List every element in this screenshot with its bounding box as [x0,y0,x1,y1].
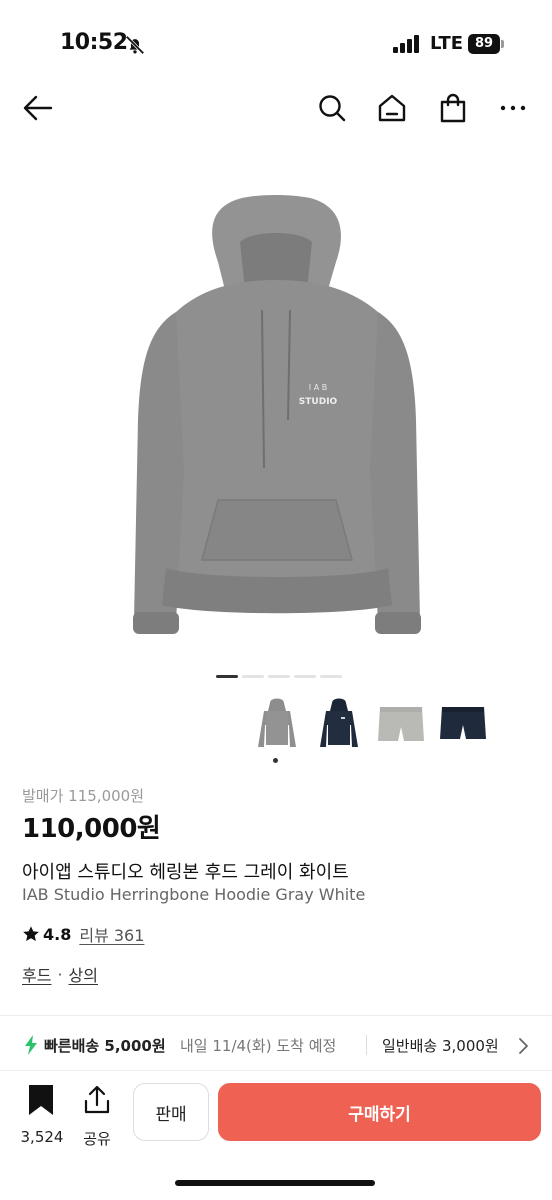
hoodie-illustration: I A B STUDIO [133,195,421,634]
shopping-bag-icon [440,93,466,123]
category-separator: · [57,964,63,984]
signal-icon [393,35,419,53]
share-label: 공유 [83,1130,111,1148]
selected-thumbnail-indicator [273,758,278,763]
status-time: 10:52 [60,30,128,55]
rating-value: 4.8 [43,924,72,944]
pager-dot [216,675,238,678]
shipping-separator [366,1035,367,1055]
top-nav [0,80,552,136]
search-icon [319,95,346,122]
home-button[interactable] [372,88,412,128]
bell-slash-icon [125,35,145,55]
product-title-ko: 아이앱 스튜디오 헤링본 후드 그레이 화이트 [22,862,349,883]
back-button[interactable] [18,88,58,128]
bookmark-button[interactable]: 3,524 [16,1085,68,1146]
rating-row: 4.8 리뷰 361 [22,922,144,946]
product-image[interactable]: I A B STUDIO [0,150,552,670]
original-price: 발매가 115,000원 [22,787,144,805]
fast-shipping-eta: 내일 11/4(화) 도착 예정 [180,1037,337,1055]
network-label: LTE [430,33,464,54]
battery-icon: 89 [468,34,504,54]
print-logo-top: I A B [309,383,327,392]
home-icon [378,94,406,122]
fast-shipping-label: 빠른배송 5,000원 [44,1037,166,1055]
product-title-en: IAB Studio Herringbone Hoodie Gray White [22,885,366,904]
sell-button[interactable]: 판매 [133,1083,209,1141]
home-indicator [175,1180,375,1186]
cart-button[interactable] [433,88,473,128]
share-icon [84,1085,110,1114]
pager-dot [268,675,290,678]
category-breadcrumb: 후드 · 상의 [22,962,98,986]
pager-dot [242,675,264,678]
thumbnail-navy-shorts[interactable] [436,695,490,753]
pager-dot [320,675,342,678]
share-button[interactable]: 공유 [76,1085,118,1148]
pager-dot [294,675,316,678]
battery-level: 89 [468,34,500,54]
image-pager [216,675,342,679]
variant-thumbnails [250,695,510,765]
category-link-top[interactable]: 상의 [69,962,98,986]
thumbnail-gray-hoodie[interactable] [250,695,304,753]
back-arrow-icon [23,95,53,121]
bookmark-icon [29,1085,53,1115]
thumbnail-navy-hoodie[interactable] [312,695,366,753]
divider [0,1015,552,1016]
review-link[interactable]: 리뷰 361 [79,922,144,946]
more-icon [500,105,526,111]
buy-button[interactable]: 구매하기 [218,1083,541,1141]
more-button[interactable] [493,88,533,128]
chevron-right-icon [519,1038,528,1054]
lightning-bolt-icon [25,1035,37,1055]
star-icon [23,926,39,942]
bookmark-count: 3,524 [20,1128,64,1146]
search-button[interactable] [312,88,352,128]
sale-price: 110,000원 [22,814,161,844]
category-link-hoodie[interactable]: 후드 [22,962,51,986]
thumbnail-gray-shorts[interactable] [374,695,428,753]
status-bar: 10:52 LTE 89 [0,0,552,90]
print-logo-bottom: STUDIO [299,397,338,407]
shipping-options[interactable]: 빠른배송 5,000원 내일 11/4(화) 도착 예정 일반배송 3,000원 [0,1022,552,1068]
normal-shipping-label: 일반배송 3,000원 [382,1037,499,1055]
